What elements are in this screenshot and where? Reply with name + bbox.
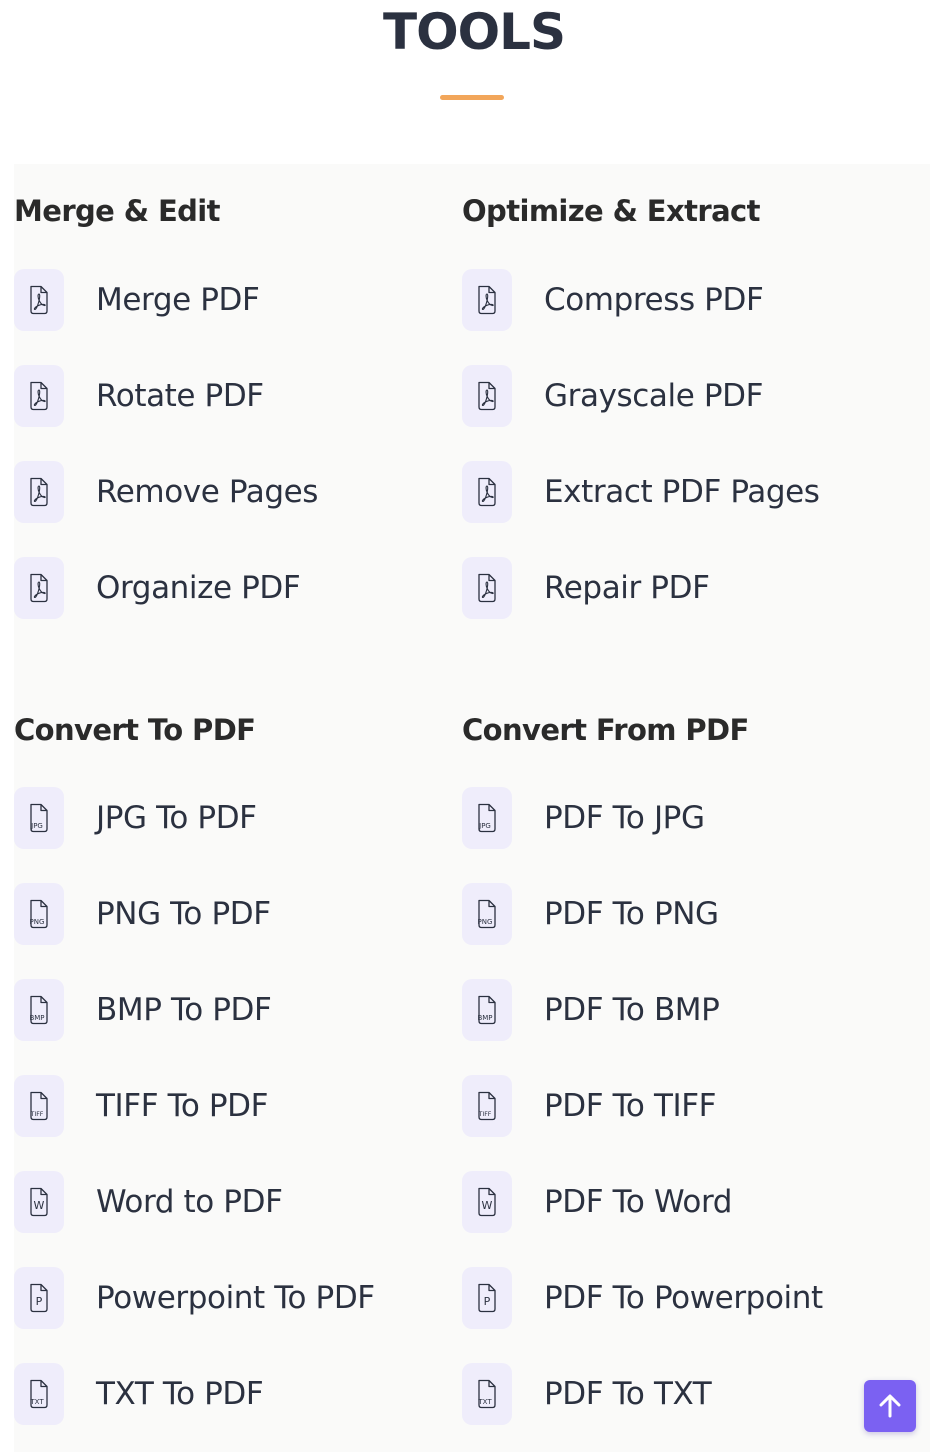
tool-organize-pdf[interactable]: Organize PDF xyxy=(14,556,454,620)
group-heading: Merge & Edit xyxy=(14,194,221,228)
page-title: TOOLS xyxy=(383,3,566,61)
tool-pdf-to-word[interactable]: W PDF To Word xyxy=(462,1170,902,1234)
tool-label: TXT To PDF xyxy=(96,1376,264,1412)
tool-label: Repair PDF xyxy=(544,570,710,606)
tool-label: TIFF To PDF xyxy=(96,1088,269,1124)
tool-grayscale-pdf[interactable]: Grayscale PDF xyxy=(462,364,902,428)
tool-merge-pdf[interactable]: Merge PDF xyxy=(14,268,454,332)
pdf-file-icon xyxy=(462,557,512,619)
tool-label: PDF To Word xyxy=(544,1184,733,1220)
tool-label: PDF To Powerpoint xyxy=(544,1280,823,1316)
powerpoint-file-icon: P xyxy=(14,1267,64,1329)
tool-pdf-to-tiff[interactable]: TIFF PDF To TIFF xyxy=(462,1074,902,1138)
tool-label: Grayscale PDF xyxy=(544,378,764,414)
arrow-up-icon xyxy=(879,1394,901,1418)
group-heading: Optimize & Extract xyxy=(462,194,761,228)
bmp-file-icon: BMP xyxy=(462,979,512,1041)
tool-label: PDF To JPG xyxy=(544,800,705,836)
pdf-file-icon xyxy=(462,269,512,331)
svg-text:P: P xyxy=(484,1295,491,1308)
tool-label: Rotate PDF xyxy=(96,378,264,414)
tool-label: Extract PDF Pages xyxy=(544,474,820,510)
pdf-file-icon xyxy=(462,461,512,523)
txt-file-icon: TXT xyxy=(462,1363,512,1425)
tool-label: Remove Pages xyxy=(96,474,319,510)
svg-text:TIFF: TIFF xyxy=(478,1111,492,1118)
tool-label: PNG To PDF xyxy=(96,896,271,932)
tool-bmp-to-pdf[interactable]: BMP BMP To PDF xyxy=(14,978,454,1042)
svg-text:JPG: JPG xyxy=(30,822,43,830)
group-convert-to-pdf: Convert To PDF JPG JPG To PDF PNG PNG To… xyxy=(14,704,454,1444)
png-file-icon: PNG xyxy=(14,883,64,945)
tools-panel: Merge & Edit Merge PDF Rotate PDF Remove… xyxy=(14,164,930,1452)
title-underline xyxy=(440,95,504,100)
pdf-file-icon xyxy=(14,365,64,427)
powerpoint-file-icon: P xyxy=(462,1267,512,1329)
svg-text:PNG: PNG xyxy=(30,918,45,926)
group-convert-from-pdf: Convert From PDF JPG PDF To JPG PNG PDF … xyxy=(462,704,902,1444)
tool-pdf-to-png[interactable]: PNG PDF To PNG xyxy=(462,882,902,946)
tool-pdf-to-txt[interactable]: TXT PDF To TXT xyxy=(462,1362,902,1426)
svg-text:TIFF: TIFF xyxy=(30,1111,44,1118)
tool-label: PDF To TXT xyxy=(544,1376,712,1412)
tiff-file-icon: TIFF xyxy=(462,1075,512,1137)
tool-pdf-to-jpg[interactable]: JPG PDF To JPG xyxy=(462,786,902,850)
svg-text:BMP: BMP xyxy=(477,1014,492,1022)
word-file-icon: W xyxy=(462,1171,512,1233)
tool-pdf-to-bmp[interactable]: BMP PDF To BMP xyxy=(462,978,902,1042)
tool-label: Merge PDF xyxy=(96,282,260,318)
svg-text:TXT: TXT xyxy=(477,1398,492,1406)
tool-label: Word to PDF xyxy=(96,1184,283,1220)
tool-rotate-pdf[interactable]: Rotate PDF xyxy=(14,364,454,428)
pdf-file-icon xyxy=(462,365,512,427)
tool-txt-to-pdf[interactable]: TXT TXT To PDF xyxy=(14,1362,454,1426)
tool-pdf-to-powerpoint[interactable]: P PDF To Powerpoint xyxy=(462,1266,902,1330)
tool-compress-pdf[interactable]: Compress PDF xyxy=(462,268,902,332)
tool-jpg-to-pdf[interactable]: JPG JPG To PDF xyxy=(14,786,454,850)
tool-label: Powerpoint To PDF xyxy=(96,1280,375,1316)
svg-text:P: P xyxy=(36,1295,43,1308)
tool-label: Organize PDF xyxy=(96,570,301,606)
tool-label: PDF To PNG xyxy=(544,896,719,932)
tool-remove-pages[interactable]: Remove Pages xyxy=(14,460,454,524)
word-file-icon: W xyxy=(14,1171,64,1233)
scroll-to-top-button[interactable] xyxy=(864,1380,916,1432)
svg-text:BMP: BMP xyxy=(29,1014,44,1022)
svg-text:TXT: TXT xyxy=(29,1398,44,1406)
tool-word-to-pdf[interactable]: W Word to PDF xyxy=(14,1170,454,1234)
tools-page: TOOLS Merge & Edit Merge PDF Rotate PDF … xyxy=(0,0,948,1452)
tiff-file-icon: TIFF xyxy=(14,1075,64,1137)
tool-label: PDF To TIFF xyxy=(544,1088,717,1124)
jpg-file-icon: JPG xyxy=(462,787,512,849)
svg-text:W: W xyxy=(482,1199,493,1212)
pdf-file-icon xyxy=(14,461,64,523)
pdf-file-icon xyxy=(14,557,64,619)
tool-extract-pdf-pages[interactable]: Extract PDF Pages xyxy=(462,460,902,524)
svg-text:PNG: PNG xyxy=(478,918,493,926)
group-merge-edit: Merge & Edit Merge PDF Rotate PDF Remove… xyxy=(14,164,454,634)
tool-label: PDF To BMP xyxy=(544,992,720,1028)
tool-label: BMP To PDF xyxy=(96,992,272,1028)
pdf-file-icon xyxy=(14,269,64,331)
bmp-file-icon: BMP xyxy=(14,979,64,1041)
png-file-icon: PNG xyxy=(462,883,512,945)
tool-label: Compress PDF xyxy=(544,282,764,318)
group-heading: Convert From PDF xyxy=(462,713,749,747)
tool-tiff-to-pdf[interactable]: TIFF TIFF To PDF xyxy=(14,1074,454,1138)
group-heading: Convert To PDF xyxy=(14,713,256,747)
txt-file-icon: TXT xyxy=(14,1363,64,1425)
tool-label: JPG To PDF xyxy=(96,800,257,836)
svg-text:W: W xyxy=(34,1199,45,1212)
tool-repair-pdf[interactable]: Repair PDF xyxy=(462,556,902,620)
tool-powerpoint-to-pdf[interactable]: P Powerpoint To PDF xyxy=(14,1266,454,1330)
svg-text:JPG: JPG xyxy=(478,822,491,830)
group-optimize-extract: Optimize & Extract Compress PDF Grayscal… xyxy=(462,164,902,634)
jpg-file-icon: JPG xyxy=(14,787,64,849)
tool-png-to-pdf[interactable]: PNG PNG To PDF xyxy=(14,882,454,946)
